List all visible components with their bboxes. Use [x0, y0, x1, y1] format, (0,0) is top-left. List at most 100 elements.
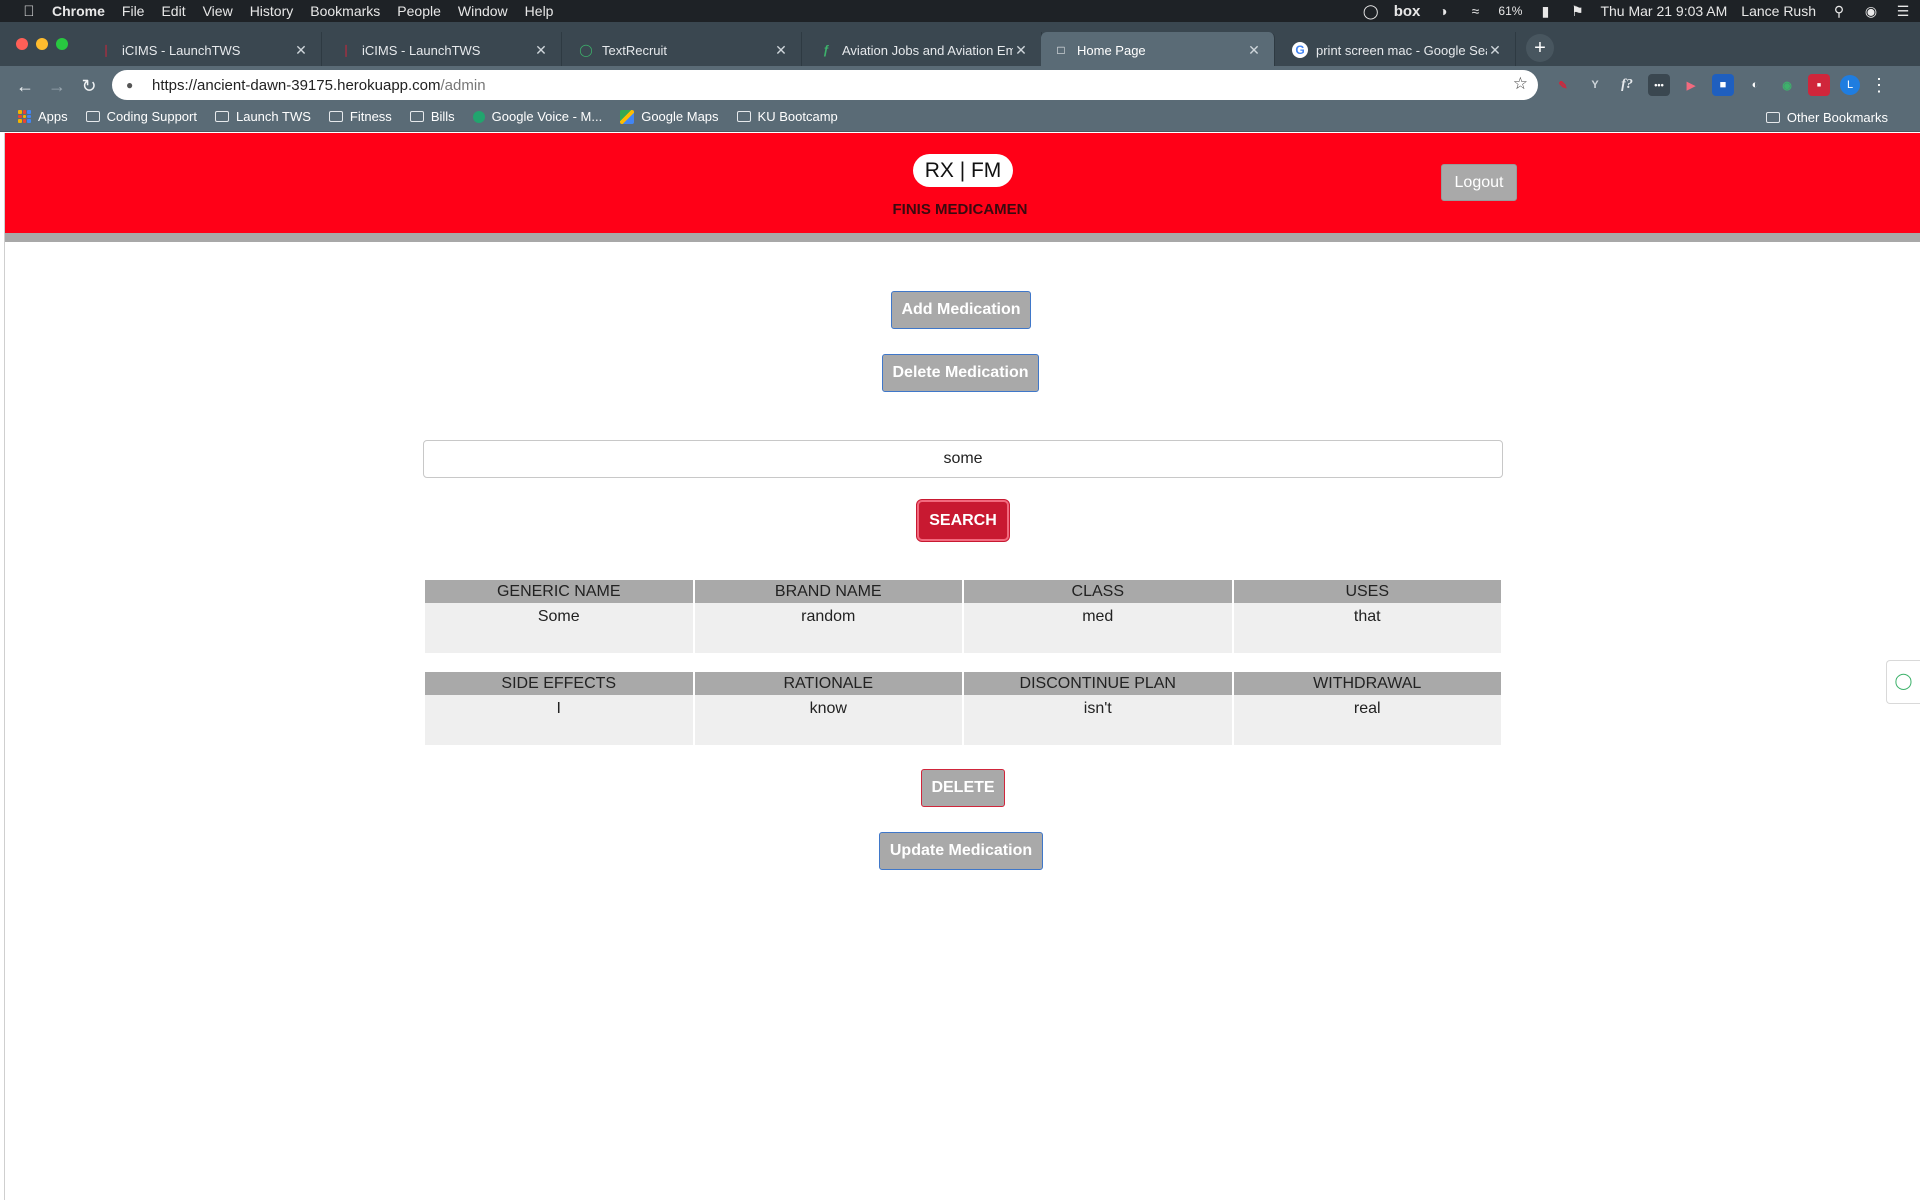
- header-class: CLASS: [964, 580, 1232, 603]
- bookmark-google-voice[interactable]: Google Voice - M...: [472, 109, 602, 124]
- moon-icon[interactable]: ◑: [1434, 3, 1452, 19]
- bookmark-apps[interactable]: Apps: [18, 109, 68, 124]
- profile-avatar[interactable]: L: [1840, 75, 1860, 95]
- close-window-icon[interactable]: [16, 38, 28, 50]
- chrome-menu-icon[interactable]: ⋮: [1870, 75, 1888, 96]
- url-host: https://ancient-dawn-39175.herokuapp.com: [152, 76, 441, 94]
- header-discontinue-plan: DISCONTINUE PLAN: [964, 672, 1232, 695]
- icims-favicon-icon: ❘: [100, 43, 112, 57]
- search-button[interactable]: SEARCH: [917, 500, 1009, 541]
- new-tab-button[interactable]: +: [1526, 34, 1554, 62]
- minimize-window-icon[interactable]: [36, 38, 48, 50]
- delete-medication-button[interactable]: Delete Medication: [882, 354, 1039, 392]
- glasses-icon[interactable]: ◯: [1362, 3, 1380, 20]
- tab-strip: ❘ iCIMS - LaunchTWS ✕ ❘ iCIMS - LaunchTW…: [0, 22, 1920, 70]
- tab-textrecruit[interactable]: ◯ TextRecruit ✕: [566, 32, 802, 68]
- spotlight-search-icon[interactable]: ⚲: [1830, 3, 1848, 20]
- chat-extension-icon[interactable]: ◉: [1776, 74, 1798, 96]
- menu-people[interactable]: People: [397, 3, 441, 19]
- close-icon[interactable]: ✕: [533, 42, 549, 59]
- folder-icon: [409, 111, 424, 122]
- tab-icims-1[interactable]: ❘ iCIMS - LaunchTWS ✕: [86, 32, 322, 68]
- cell-class: med: [964, 603, 1232, 653]
- bookmark-bills[interactable]: Bills: [409, 109, 455, 124]
- menu-chrome[interactable]: Chrome: [52, 3, 105, 19]
- pen-extension-icon[interactable]: ✎: [1552, 74, 1574, 96]
- clock[interactable]: Thu Mar 21 9:03 AM: [1600, 3, 1727, 19]
- bookmarks-bar: Apps Coding Support Launch TWS Fitness B…: [0, 102, 1920, 132]
- header-withdrawal: WITHDRAWAL: [1233, 672, 1501, 695]
- flag-icon[interactable]: ⚑: [1568, 3, 1586, 20]
- reload-icon[interactable]: ↻: [76, 73, 102, 99]
- cell-rationale: know: [694, 695, 962, 745]
- close-icon[interactable]: ✕: [773, 42, 789, 59]
- tab-icims-2[interactable]: ❘ iCIMS - LaunchTWS ✕: [326, 32, 562, 68]
- video-extension-icon[interactable]: ▶: [1680, 74, 1702, 96]
- tab-home-page[interactable]: □ Home Page ✕: [1041, 32, 1275, 68]
- search-input[interactable]: [423, 440, 1503, 478]
- lock-icon[interactable]: ●: [126, 78, 140, 92]
- header-divider: [5, 233, 1920, 242]
- tab-title: TextRecruit: [602, 42, 668, 58]
- y-extension-icon[interactable]: Y: [1584, 74, 1606, 96]
- bookmark-label: Other Bookmarks: [1786, 109, 1888, 125]
- menu-bookmarks[interactable]: Bookmarks: [310, 3, 380, 19]
- zoom-window-icon[interactable]: [56, 38, 68, 50]
- user-name[interactable]: Lance Rush: [1741, 3, 1816, 19]
- menu-view[interactable]: View: [203, 3, 233, 19]
- table-row: Some random med that: [425, 603, 1501, 653]
- address-bar[interactable]: ● https://ancient-dawn-39175.herokuapp.c…: [112, 70, 1538, 100]
- bookmark-label: KU Bootcamp: [757, 109, 838, 124]
- menu-window[interactable]: Window: [458, 3, 508, 19]
- medication-table-secondary: SIDE EFFECTS RATIONALE DISCONTINUE PLAN …: [423, 672, 1503, 745]
- bookmark-label: Apps: [38, 109, 68, 124]
- menu-edit[interactable]: Edit: [161, 3, 185, 19]
- bookmark-ku-bootcamp[interactable]: KU Bootcamp: [736, 109, 838, 124]
- bookmark-google-maps[interactable]: Google Maps: [620, 109, 719, 124]
- url-path: /admin: [440, 76, 486, 94]
- close-icon[interactable]: ✕: [1487, 42, 1503, 59]
- battery-icon[interactable]: ▮: [1536, 3, 1554, 20]
- bookmark-label: Bills: [430, 109, 455, 124]
- box-icon[interactable]: box: [1394, 3, 1421, 20]
- chat-widget-icon[interactable]: ◯: [1886, 660, 1920, 704]
- tab-title: print screen mac - Google Sea: [1316, 42, 1487, 58]
- menu-help[interactable]: Help: [525, 3, 554, 19]
- folder-icon: [214, 111, 229, 122]
- bookmark-other[interactable]: Other Bookmarks: [1765, 102, 1888, 132]
- cell-side-effects: I: [425, 695, 693, 745]
- folder-icon: [736, 111, 751, 122]
- tab-title: iCIMS - LaunchTWS: [362, 42, 481, 58]
- bookmark-launch-tws[interactable]: Launch TWS: [214, 109, 311, 124]
- update-medication-button[interactable]: Update Medication: [879, 832, 1043, 870]
- cell-withdrawal: real: [1233, 695, 1501, 745]
- dots-extension-icon[interactable]: •••: [1648, 74, 1670, 96]
- folder-icon: [328, 111, 343, 122]
- forward-arrow-icon[interactable]: →: [44, 73, 70, 99]
- notification-center-icon[interactable]: ☰: [1894, 3, 1912, 20]
- tab-aviation-jobs[interactable]: ƒ Aviation Jobs and Aviation Emp ✕: [806, 32, 1042, 68]
- circle-extension-icon[interactable]: ◐: [1744, 74, 1766, 96]
- siri-icon[interactable]: ◉: [1862, 3, 1880, 20]
- bookmark-star-icon[interactable]: ☆: [1513, 74, 1528, 94]
- delete-button[interactable]: DELETE: [921, 769, 1005, 807]
- apple-icon[interactable]: : [20, 3, 38, 20]
- square-extension-icon[interactable]: ■: [1712, 74, 1734, 96]
- formula-extension-icon[interactable]: f?: [1616, 74, 1638, 96]
- logout-button[interactable]: Logout: [1441, 164, 1517, 201]
- red-extension-icon[interactable]: ■: [1808, 74, 1830, 96]
- menu-file[interactable]: File: [122, 3, 145, 19]
- brand-logo[interactable]: RX | FM: [913, 154, 1013, 187]
- close-icon[interactable]: ✕: [1013, 42, 1029, 59]
- tab-google-search[interactable]: G print screen mac - Google Sea ✕: [1280, 32, 1516, 68]
- menu-history[interactable]: History: [250, 3, 294, 19]
- add-medication-button[interactable]: Add Medication: [891, 291, 1031, 329]
- bookmark-fitness[interactable]: Fitness: [328, 109, 392, 124]
- back-arrow-icon[interactable]: ←: [12, 73, 38, 99]
- close-icon[interactable]: ✕: [1246, 42, 1262, 59]
- cell-uses: that: [1233, 603, 1501, 653]
- wifi-icon[interactable]: ≈: [1466, 3, 1484, 19]
- bookmark-coding-support[interactable]: Coding Support: [85, 109, 197, 124]
- close-icon[interactable]: ✕: [293, 42, 309, 59]
- tab-title: Home Page: [1077, 42, 1146, 58]
